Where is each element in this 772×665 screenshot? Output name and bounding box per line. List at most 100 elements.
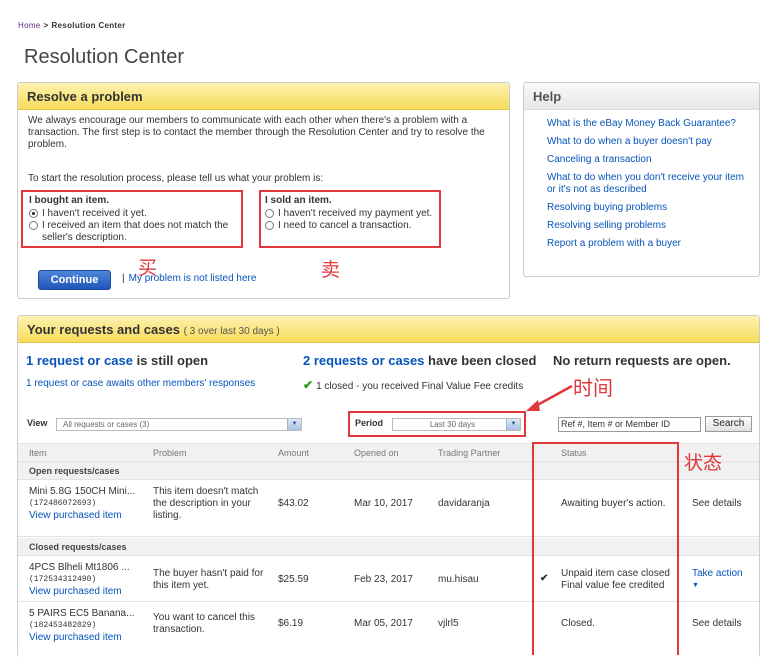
- radio-icon[interactable]: [265, 209, 274, 218]
- item-title: 5 PAIRS EC5 Banana...: [29, 608, 135, 619]
- view-purchased-item-link[interactable]: View purchased item: [29, 632, 122, 643]
- search-button[interactable]: Search: [705, 416, 752, 432]
- view-select[interactable]: All requests or cases (3) ▼: [56, 418, 302, 431]
- view-select-value: All requests or cases (3): [63, 420, 150, 429]
- see-details-link[interactable]: See details: [692, 498, 741, 510]
- checkmark-icon: ✔: [303, 378, 314, 392]
- annotation-sell: 卖: [321, 259, 341, 281]
- view-purchased-item-link[interactable]: View purchased item: [29, 510, 122, 521]
- item-ref: (172534312490): [29, 575, 97, 584]
- open-count-link[interactable]: 1 request or case: [26, 353, 133, 368]
- sold-option-cancel[interactable]: I need to cancel a transaction.: [265, 220, 439, 232]
- resolve-problem-panel: Resolve a problem We always encourage ou…: [17, 82, 510, 299]
- not-listed-separator: |: [122, 273, 125, 284]
- period-label: Period: [355, 418, 384, 428]
- amount-cell: $43.02: [278, 498, 309, 509]
- bought-option-group: I bought an item. I haven't received it …: [29, 195, 241, 244]
- search-input[interactable]: Ref #, Item # or Member ID: [558, 417, 701, 432]
- opened-cell: Feb 23, 2017: [354, 574, 413, 585]
- view-purchased-item-link[interactable]: View purchased item: [29, 586, 122, 597]
- return-summary-text: No return requests are open.: [553, 353, 731, 368]
- take-action-link[interactable]: Take action: [692, 568, 743, 579]
- resolve-start-text: To start the resolution process, please …: [28, 173, 324, 184]
- requests-subtitle: ( 3 over last 30 days ): [183, 326, 280, 337]
- caret-down-icon[interactable]: ▼: [692, 580, 743, 592]
- problem-cell: You want to cancel this transaction.: [153, 612, 255, 635]
- item-title: Mini 5.8G 150CH Mini...: [29, 486, 136, 497]
- sold-option-no-payment-label: I haven't received my payment yet.: [278, 208, 433, 219]
- sold-option-cancel-label: I need to cancel a transaction.: [278, 220, 412, 231]
- problem-not-listed-link[interactable]: My problem is not listed here: [129, 273, 257, 284]
- problem-cell: This item doesn't match the description …: [153, 486, 259, 521]
- help-link-buying-problems[interactable]: Resolving buying problems: [547, 202, 747, 214]
- opened-cell: Mar 05, 2017: [354, 618, 413, 629]
- closed-summary: 2 requests or cases have been closed ✔ 1 …: [303, 353, 536, 392]
- help-link-money-back[interactable]: What is the eBay Money Back Guarantee?: [547, 118, 747, 130]
- chevron-down-icon: ▼: [287, 419, 301, 430]
- partner-cell: davidaranja: [438, 498, 490, 509]
- take-action-wrapper: Take action ▼: [692, 568, 743, 592]
- help-link-canceling[interactable]: Canceling a transaction: [547, 154, 747, 166]
- column-item: Item: [29, 448, 47, 458]
- bought-option-not-as-described-label: I received an item that does not match t…: [42, 220, 229, 243]
- bought-option-not-as-described[interactable]: I received an item that does not match t…: [29, 220, 241, 244]
- page-title: Resolution Center: [24, 46, 185, 68]
- amount-cell: $6.19: [278, 618, 304, 629]
- radio-icon[interactable]: [265, 221, 274, 230]
- view-label: View: [27, 418, 48, 428]
- chevron-down-icon: ▼: [506, 419, 520, 430]
- item-cell: Mini 5.8G 150CH Mini... (172486072693) V…: [29, 486, 149, 522]
- bought-option-not-received[interactable]: I haven't received it yet.: [29, 208, 241, 220]
- requests-panel-header: Your requests and cases ( 3 over last 30…: [18, 316, 759, 343]
- filter-row: View All requests or cases (3) ▼ Period …: [18, 411, 759, 442]
- open-detail-link[interactable]: 1 request or case awaits other members' …: [26, 378, 255, 389]
- partner-cell: mu.hisau: [438, 574, 479, 585]
- return-summary: No return requests are open.: [553, 353, 731, 368]
- closed-summary-rest: have been closed: [424, 353, 537, 368]
- item-title: 4PCS Blheli Mt1806 ...: [29, 562, 130, 573]
- breadcrumb-separator: >: [43, 21, 49, 30]
- see-details-link[interactable]: See details: [692, 618, 741, 630]
- help-link-selling-problems[interactable]: Resolving selling problems: [547, 220, 747, 232]
- bought-option-not-received-label: I haven't received it yet.: [42, 208, 147, 219]
- breadcrumb: Home > Resolution Center: [18, 21, 126, 30]
- column-trading-partner: Trading Partner: [438, 448, 501, 458]
- help-title: Help: [524, 83, 759, 110]
- help-link-buyer-doesnt-pay[interactable]: What to do when a buyer doesn't pay: [547, 136, 747, 148]
- resolve-panel-title: Resolve a problem: [18, 83, 509, 110]
- column-problem: Problem: [153, 448, 187, 458]
- open-summary-rest: is still open: [132, 353, 209, 368]
- bought-title: I bought an item.: [29, 195, 109, 206]
- sold-title: I sold an item.: [265, 195, 332, 206]
- item-cell: 4PCS Blheli Mt1806 ... (172534312490) Vi…: [29, 562, 149, 598]
- period-select[interactable]: Last 30 days ▼: [392, 418, 521, 431]
- item-ref: (182453482029): [29, 621, 97, 630]
- help-link-not-received[interactable]: What to do when you don't receive your i…: [547, 172, 747, 196]
- help-panel: Help What is the eBay Money Back Guarant…: [523, 82, 760, 277]
- item-ref: (172486072693): [29, 499, 97, 508]
- radio-selected-icon[interactable]: [29, 209, 38, 218]
- annotation-status: 状态: [684, 452, 723, 474]
- annotation-box-status: [532, 442, 679, 655]
- breadcrumb-current: Resolution Center: [51, 21, 126, 30]
- sold-option-group: I sold an item. I haven't received my pa…: [265, 195, 439, 232]
- closed-count-link[interactable]: 2 requests or cases: [303, 353, 424, 368]
- breadcrumb-home-link[interactable]: Home: [18, 21, 41, 30]
- continue-button[interactable]: Continue: [38, 270, 111, 290]
- partner-cell: vjlrl5: [438, 618, 459, 629]
- opened-cell: Mar 10, 2017: [354, 498, 413, 509]
- period-select-value: Last 30 days: [429, 420, 476, 429]
- resolve-intro-text: We always encourage our members to commu…: [28, 115, 485, 150]
- column-opened-on: Opened on: [354, 448, 399, 458]
- item-cell: 5 PAIRS EC5 Banana... (182453482029) Vie…: [29, 608, 149, 644]
- amount-cell: $25.59: [278, 574, 309, 585]
- annotation-arrow: [526, 384, 573, 411]
- problem-cell: The buyer hasn't paid for this item yet.: [153, 568, 264, 591]
- not-listed-wrapper: | My problem is not listed here: [122, 273, 256, 284]
- sold-option-no-payment[interactable]: I haven't received my payment yet.: [265, 208, 439, 220]
- closed-detail: 1 closed - you received Final Value Fee …: [316, 381, 524, 392]
- column-amount: Amount: [278, 448, 310, 458]
- help-link-report-buyer[interactable]: Report a problem with a buyer: [547, 238, 747, 250]
- radio-icon[interactable]: [29, 221, 38, 230]
- requests-title: Your requests and cases: [27, 322, 180, 337]
